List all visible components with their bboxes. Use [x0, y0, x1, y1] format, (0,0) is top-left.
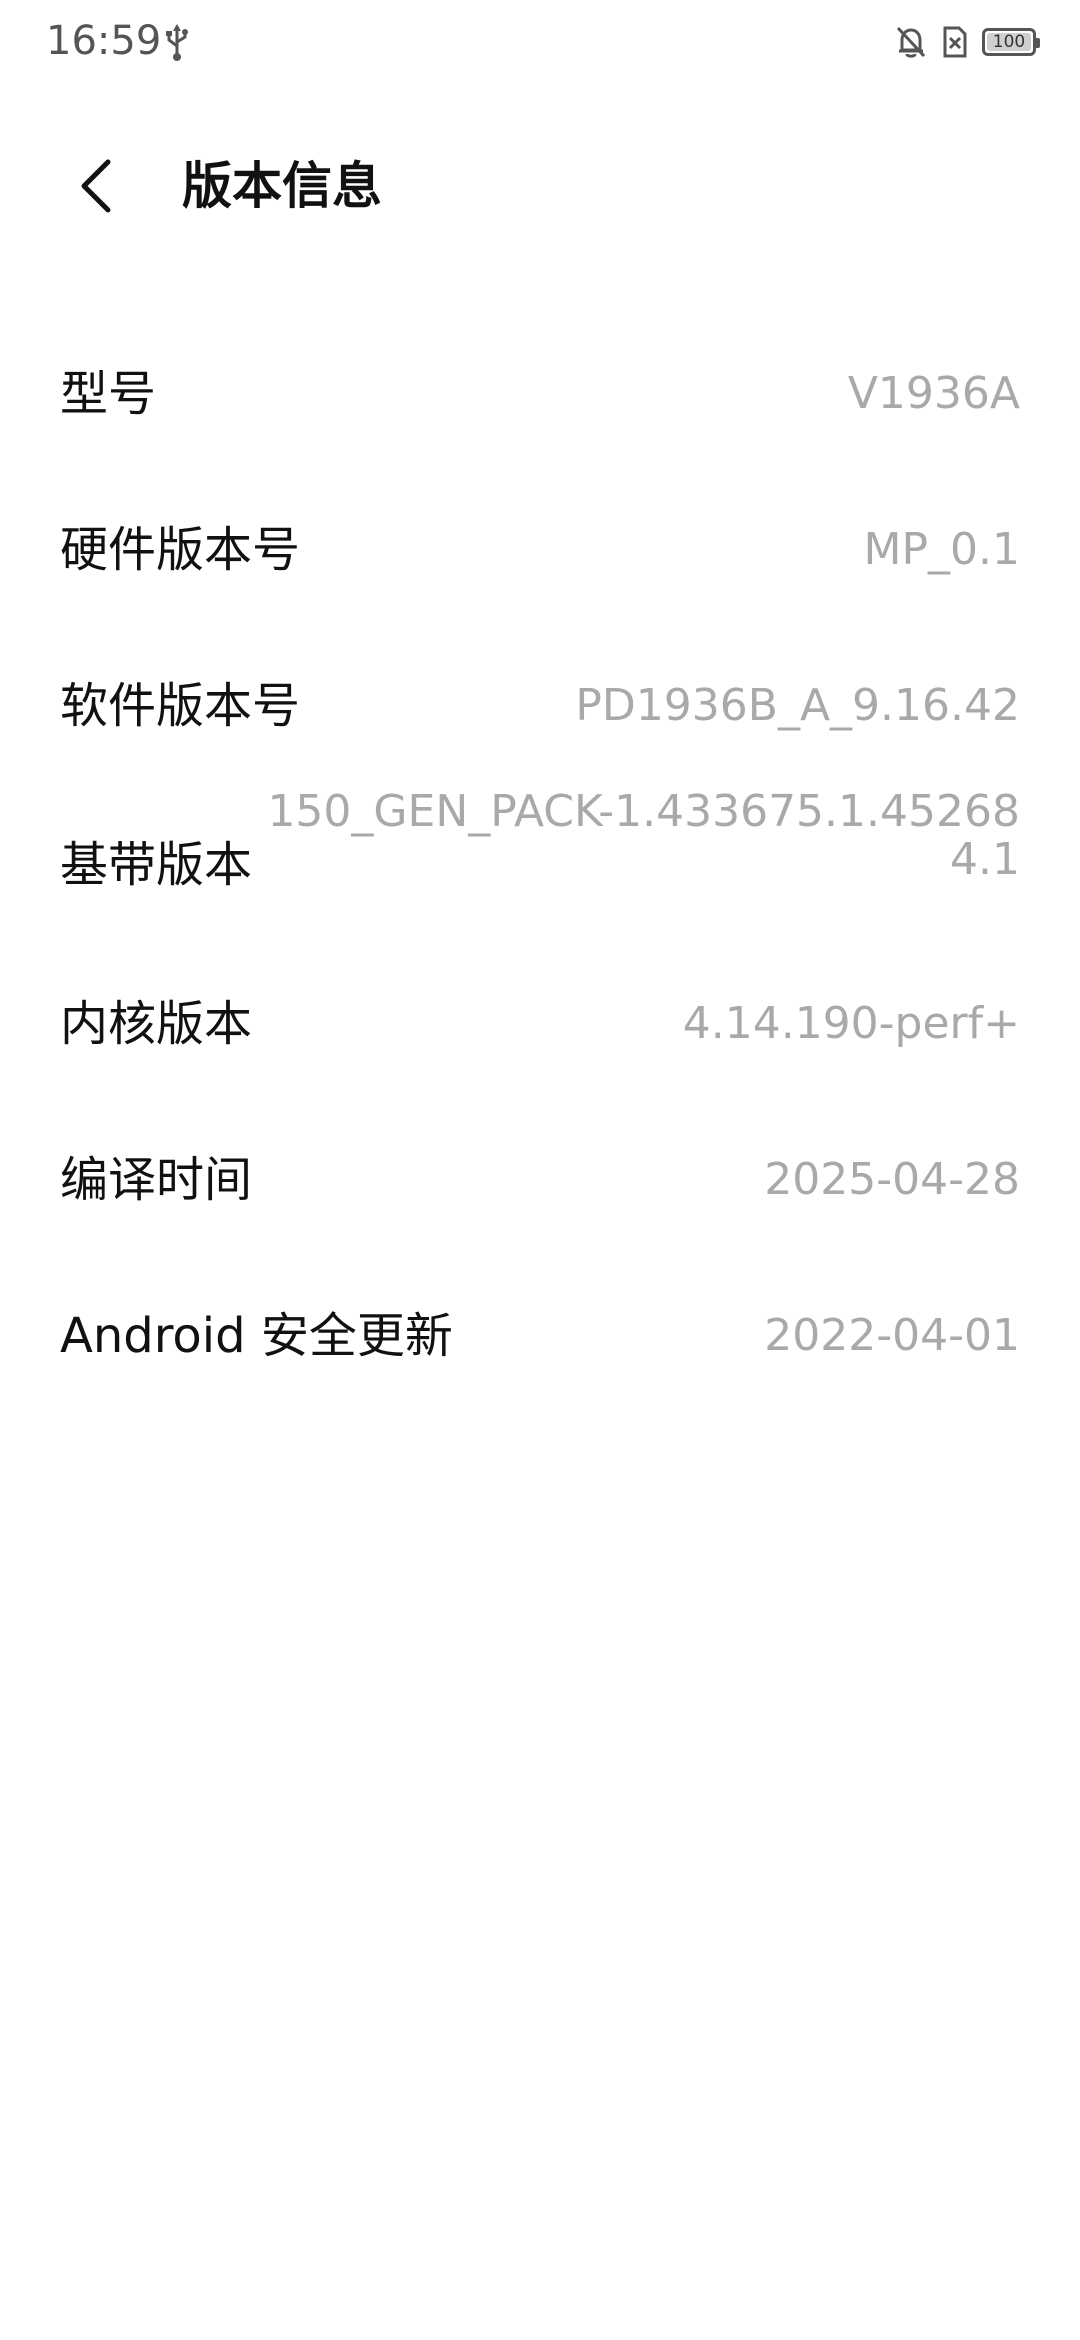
back-button[interactable]	[60, 150, 132, 222]
app-header: 版本信息	[0, 130, 1080, 240]
info-label: 型号	[60, 366, 157, 422]
info-value: V1936A	[847, 368, 1020, 419]
info-value: 4.14.190-perf+	[682, 998, 1020, 1049]
info-label: Android 安全更新	[60, 1308, 453, 1364]
usb-icon	[162, 22, 192, 62]
no-sim-icon	[942, 25, 968, 59]
status-time: 16:59	[46, 18, 162, 64]
page-title: 版本信息	[182, 157, 382, 215]
info-value: PD1936B_A_9.16.42	[575, 680, 1020, 731]
info-label: 软件版本号	[60, 678, 301, 734]
info-value: 2025-04-28	[764, 1154, 1020, 1205]
info-label: 内核版本	[60, 996, 253, 1052]
info-label: 编译时间	[60, 1152, 253, 1208]
battery-level: 100	[992, 31, 1026, 52]
info-label: 硬件版本号	[60, 522, 301, 578]
chevron-left-icon	[81, 159, 111, 213]
info-label: 基带版本	[60, 837, 253, 893]
battery-icon: 100	[982, 28, 1040, 56]
info-value-line1: 150_GEN_PACK-1.433675.1.45268	[267, 786, 1020, 837]
info-value: MP_0.1	[863, 524, 1020, 575]
status-bar: 16:59 100	[0, 0, 1080, 84]
info-value: 2022-04-01	[764, 1310, 1020, 1361]
info-value-line2: 4.1	[950, 834, 1020, 885]
bell-off-icon	[894, 24, 928, 60]
status-icons: 100	[894, 22, 1040, 62]
